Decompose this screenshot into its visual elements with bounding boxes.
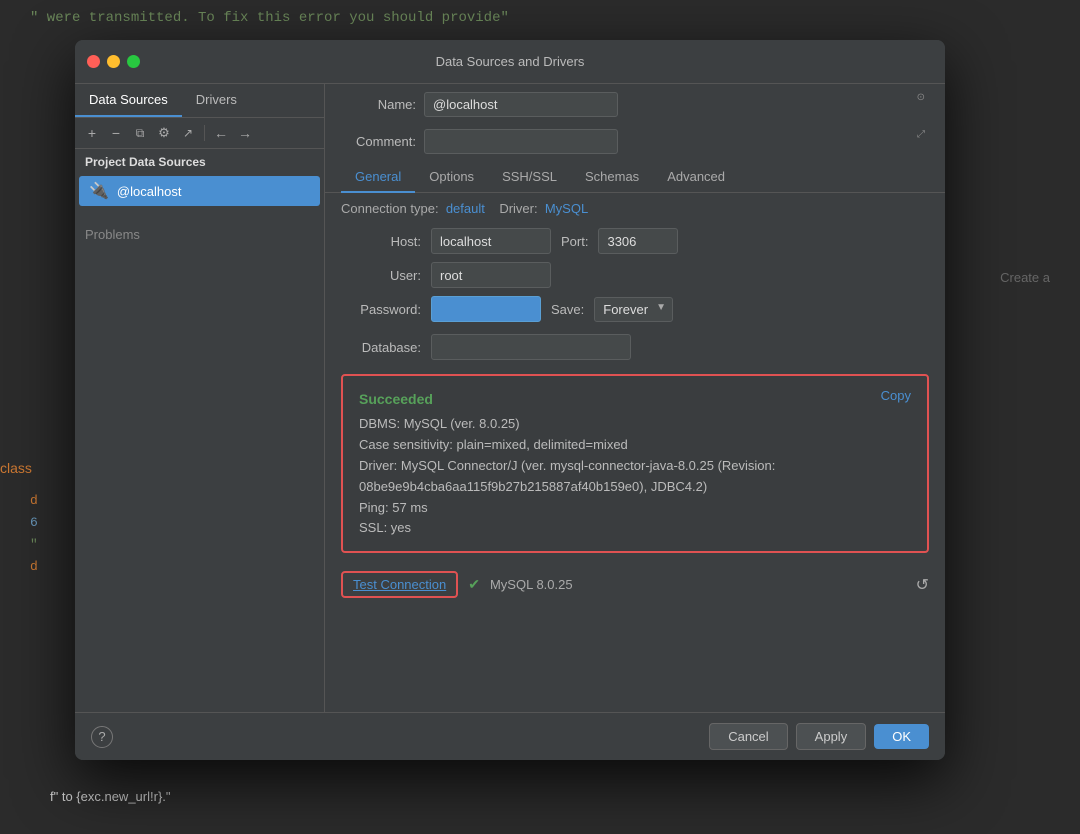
title-bar: Data Sources and Drivers [75,40,945,84]
close-button[interactable] [87,55,100,68]
name-label: Name: [341,97,416,112]
save-dropdown[interactable]: Forever ▼ [594,297,673,322]
tab-advanced[interactable]: Advanced [653,162,739,193]
success-line5: Ping: 57 ms [359,498,911,519]
comment-expand-icon: ⤢ [917,129,925,140]
port-label: Port: [561,234,588,249]
dialog-footer: ? Cancel Apply OK [75,712,945,760]
cancel-button[interactable]: Cancel [709,723,787,750]
settings-button[interactable]: ⚙ [153,122,175,144]
success-header-row: Succeeded Copy [359,388,911,410]
window-controls [87,55,140,68]
test-connection-button[interactable]: Test Connection [341,571,458,598]
comment-input[interactable] [424,129,618,154]
success-label: Succeeded [359,388,433,410]
host-port-row: Host: Port: [341,228,929,254]
test-connection-row: Test Connection ✔ MySQL 8.0.25 ↺ [325,563,945,606]
driver-label: Driver: [499,201,537,216]
name-field-wrapper: ⊙ [424,92,929,117]
name-expand-icon: ⊙ [917,92,925,103]
tab-schemas[interactable]: Schemas [571,162,653,193]
bg-bottom-line: f" to {exc.new_url!r}." [50,789,171,804]
host-label: Host: [341,234,421,249]
problems-section[interactable]: Problems [75,207,324,250]
dialog-title: Data Sources and Drivers [436,54,585,69]
help-button[interactable]: ? [91,726,113,748]
user-label: User: [341,268,421,283]
left-panel: Data Sources Drivers + − ⧉ ⚙ ↗ ← → Proje… [75,84,325,712]
test-connection-info: MySQL 8.0.25 [490,577,573,592]
tab-options[interactable]: Options [415,162,488,193]
maximize-button[interactable] [127,55,140,68]
success-box: Succeeded Copy DBMS: MySQL (ver. 8.0.25)… [341,374,929,553]
bg-code-lines: d 6 " d [30,490,38,578]
conn-type-row: Connection type: default Driver: MySQL [325,193,945,224]
password-row: Password: Save: Forever ▼ [341,296,929,322]
refresh-button[interactable]: ↺ [916,575,929,595]
apply-button[interactable]: Apply [796,723,867,750]
conn-type-value[interactable]: default [446,201,485,216]
tab-drivers[interactable]: Drivers [182,84,251,117]
forward-button[interactable]: → [234,122,256,144]
right-tab-bar: General Options SSH/SSL Schemas Advanced [325,162,945,193]
database-row: Database: [325,330,945,364]
left-tab-bar: Data Sources Drivers [75,84,324,118]
save-chevron-icon: ▼ [656,302,666,313]
comment-label: Comment: [341,134,416,149]
password-label: Password: [341,302,421,317]
save-label: Save: [551,302,584,317]
driver-value[interactable]: MySQL [545,201,588,216]
success-line2: Case sensitivity: plain=mixed, delimited… [359,435,911,456]
minimize-button[interactable] [107,55,120,68]
form-fields: Host: Port: User: Password: Save: For [325,224,945,326]
bg-class-keyword: class [0,460,32,476]
datasource-item-localhost[interactable]: 🔌 @localhost [79,176,320,206]
tab-general[interactable]: General [341,162,415,193]
ok-button[interactable]: OK [874,724,929,749]
right-panel: Name: ⊙ Comment: ⤢ General Options SSH/S… [325,84,945,712]
success-line3: Driver: MySQL Connector/J (ver. mysql-co… [359,456,911,477]
left-toolbar: + − ⧉ ⚙ ↗ ← → [75,118,324,149]
copy-button[interactable]: Copy [881,388,911,403]
host-input[interactable] [431,228,551,254]
datasource-icon: 🔌 [89,181,109,201]
port-input[interactable] [598,228,678,254]
database-input[interactable] [431,334,631,360]
add-button[interactable]: + [81,122,103,144]
dialog: Data Sources and Drivers Data Sources Dr… [75,40,945,760]
copy-button[interactable]: ⧉ [129,122,151,144]
export-button[interactable]: ↗ [177,122,199,144]
tab-ssh-ssl[interactable]: SSH/SSL [488,162,571,193]
datasource-label: @localhost [117,184,182,199]
name-input[interactable] [424,92,618,117]
tab-data-sources[interactable]: Data Sources [75,84,182,117]
user-row: User: [341,262,929,288]
test-connection-check-icon: ✔ [468,576,480,593]
success-line1: DBMS: MySQL (ver. 8.0.25) [359,414,911,435]
success-line6: SSL: yes [359,518,911,539]
section-header: Project Data Sources [75,149,324,175]
password-input[interactable] [431,296,541,322]
remove-button[interactable]: − [105,122,127,144]
conn-type-label: Connection type: [341,201,439,216]
dialog-body: Data Sources Drivers + − ⧉ ⚙ ↗ ← → Proje… [75,84,945,712]
comment-row: Comment: ⤢ [325,121,945,158]
success-line4: 08be9e9b4cba6aa115f9b27b215887af40b159e0… [359,477,911,498]
database-label: Database: [341,340,421,355]
user-input[interactable] [431,262,551,288]
save-value-text: Forever [603,302,648,317]
bg-top-line: " were transmitted. To fix this error yo… [30,10,1050,26]
back-button[interactable]: ← [210,122,232,144]
comment-field-wrapper: ⤢ [424,129,929,154]
name-row: Name: ⊙ [325,84,945,121]
toolbar-separator [204,125,205,141]
bg-right-text: Create a [1000,270,1050,285]
